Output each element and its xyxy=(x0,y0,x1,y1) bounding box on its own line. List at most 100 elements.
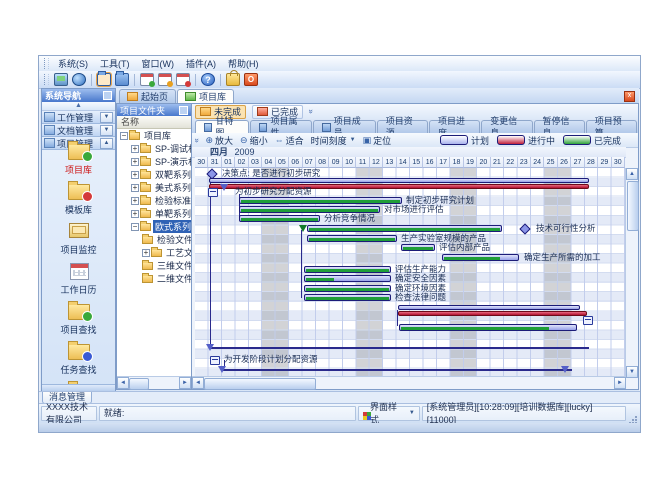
menu-item-4[interactable]: 帮助(H) xyxy=(222,57,265,71)
tree-item-9[interactable]: +工艺文件 xyxy=(117,246,191,259)
task-bar[interactable] xyxy=(399,324,577,331)
scroll-thumb[interactable] xyxy=(627,181,639,231)
gantt-horizontal-scrollbar[interactable]: ◄ ► xyxy=(192,376,626,389)
tree-item-6[interactable]: +单靶系列 xyxy=(117,207,191,220)
tab-起始页[interactable]: 起始页 xyxy=(119,89,176,103)
menu-item-1[interactable]: 工具(T) xyxy=(94,57,136,71)
task-bar[interactable] xyxy=(401,244,435,251)
expander-icon[interactable]: − xyxy=(120,132,128,140)
box-marker[interactable] xyxy=(208,188,218,197)
toolbar-drag-handle[interactable] xyxy=(44,74,49,85)
scroll-down-icon[interactable]: ▼ xyxy=(626,366,638,378)
sidebar-item-1[interactable]: 模板库 xyxy=(42,181,115,216)
pin-icon[interactable] xyxy=(103,91,112,100)
tab-项目库[interactable]: 项目库 xyxy=(177,89,234,103)
expander-icon[interactable]: + xyxy=(131,145,139,153)
gantt-vertical-scrollbar[interactable]: ▲ ▼ xyxy=(625,168,638,378)
task-bar[interactable] xyxy=(398,311,587,316)
box-marker[interactable] xyxy=(210,356,220,365)
tree-item-7[interactable]: −欧式系列 xyxy=(117,220,191,233)
timescale-dropdown[interactable]: 时间刻度▼ xyxy=(311,134,356,147)
task-bar[interactable] xyxy=(222,369,572,371)
tab-项目预算[interactable]: 项目预算 xyxy=(586,120,637,133)
tree-item-10[interactable]: 三维文件 xyxy=(117,259,191,272)
project-library-icon[interactable] xyxy=(97,73,111,86)
toolbar-overflow-icon[interactable]: » xyxy=(193,138,202,142)
scroll-thumb[interactable] xyxy=(204,378,316,390)
exit-icon[interactable]: O xyxy=(244,73,258,86)
close-icon[interactable]: x xyxy=(624,91,635,102)
navigator-header[interactable]: 系统导航 xyxy=(42,89,115,102)
box-marker[interactable] xyxy=(583,316,593,325)
expander-icon[interactable]: + xyxy=(131,210,139,218)
expander-icon[interactable]: + xyxy=(131,158,139,166)
task-bar[interactable] xyxy=(209,178,589,183)
scroll-right-icon[interactable]: ► xyxy=(614,377,626,389)
tree-item-5[interactable]: +检验标准 xyxy=(117,194,191,207)
tree-horizontal-scrollbar[interactable]: ◄ ► xyxy=(117,376,191,389)
menu-item-0[interactable]: 系统(S) xyxy=(52,57,94,71)
template-library-icon[interactable] xyxy=(115,73,129,86)
lock-icon[interactable] xyxy=(226,73,240,86)
tree-item-4[interactable]: +美式系列 xyxy=(117,181,191,194)
task-bar[interactable] xyxy=(304,275,391,282)
zoom-in-button[interactable]: ⊕放大 xyxy=(205,134,233,147)
arrow-marker[interactable] xyxy=(561,366,569,373)
tab-项目进度[interactable]: 项目进度 xyxy=(429,120,480,133)
tree-panel-header[interactable]: 项目文件夹 xyxy=(117,104,191,116)
fit-button[interactable]: ⇔适合 xyxy=(275,134,304,147)
tree-item-11[interactable]: 二维文件 xyxy=(117,272,191,285)
filter-overflow-icon[interactable]: » xyxy=(307,109,316,113)
tab-甘特图[interactable]: 甘特图 xyxy=(195,120,249,133)
task-bar[interactable] xyxy=(307,225,502,232)
task-bar[interactable] xyxy=(307,235,397,242)
tree-item-1[interactable]: +SP-调试机系 xyxy=(117,142,191,155)
task-bar[interactable] xyxy=(304,285,391,292)
system-monitor-icon[interactable] xyxy=(54,73,68,86)
ui-style-dropdown[interactable]: 界面样式 ▼ xyxy=(358,406,420,421)
task-bar[interactable] xyxy=(304,266,391,273)
expander-icon[interactable]: + xyxy=(131,184,139,192)
scroll-left-icon[interactable]: ◄ xyxy=(192,377,204,389)
resize-grip[interactable] xyxy=(628,409,638,419)
sidebar-item-5[interactable]: 任务查找 xyxy=(42,341,115,376)
menu-item-3[interactable]: 插件(A) xyxy=(180,57,222,71)
calendar-edit-icon[interactable] xyxy=(158,73,172,86)
tab-暂停信息[interactable]: 暂停信息 xyxy=(534,120,585,133)
arrow-marker[interactable] xyxy=(206,344,214,351)
locate-button[interactable]: ▣定位 xyxy=(363,134,392,147)
chevron-icon[interactable]: ▼ xyxy=(100,112,113,123)
tree-item-8[interactable]: 检验文件 xyxy=(117,233,191,246)
sidebar-item-3[interactable]: 工作日历 xyxy=(42,261,115,296)
chevron-icon[interactable]: ▼ xyxy=(100,125,113,136)
tab-变更信息[interactable]: 变更信息 xyxy=(481,120,532,133)
tab-项目成员[interactable]: 项目成员 xyxy=(313,120,375,133)
sidebar-item-4[interactable]: 项目查找 xyxy=(42,301,115,336)
expander-icon[interactable]: + xyxy=(131,171,139,179)
scroll-up-icon[interactable]: ▲ xyxy=(626,168,638,180)
zoom-out-button[interactable]: ⊖缩小 xyxy=(240,134,268,147)
menu-item-2[interactable]: 窗口(W) xyxy=(136,57,181,71)
task-bar[interactable] xyxy=(442,254,519,261)
arrow-marker[interactable] xyxy=(218,366,226,373)
task-bar[interactable] xyxy=(210,347,589,349)
tab-项目属性[interactable]: 项目属性 xyxy=(250,120,312,133)
expander-icon[interactable]: − xyxy=(131,223,139,231)
scroll-thumb[interactable] xyxy=(129,378,149,390)
tab-项目资源[interactable]: 项目资源 xyxy=(377,120,428,133)
help-icon[interactable]: ? xyxy=(201,73,215,86)
task-bar[interactable] xyxy=(398,305,580,310)
task-bar[interactable] xyxy=(239,215,320,222)
calendar-close-icon[interactable] xyxy=(176,73,190,86)
scroll-right-icon[interactable]: ► xyxy=(179,377,191,389)
tree-item-0[interactable]: −项目库 xyxy=(117,129,191,142)
nav-group-0[interactable]: 工作管理▼ xyxy=(42,111,115,124)
tree-item-3[interactable]: +双靶系列 xyxy=(117,168,191,181)
calendar-new-icon[interactable] xyxy=(140,73,154,86)
task-bar[interactable] xyxy=(239,206,380,213)
network-globe-icon[interactable] xyxy=(72,73,86,86)
expander-icon[interactable]: + xyxy=(131,197,139,205)
scroll-left-icon[interactable]: ◄ xyxy=(117,377,129,389)
garrow-marker[interactable] xyxy=(299,225,307,232)
tree-column-header[interactable]: 名称 xyxy=(117,116,191,129)
